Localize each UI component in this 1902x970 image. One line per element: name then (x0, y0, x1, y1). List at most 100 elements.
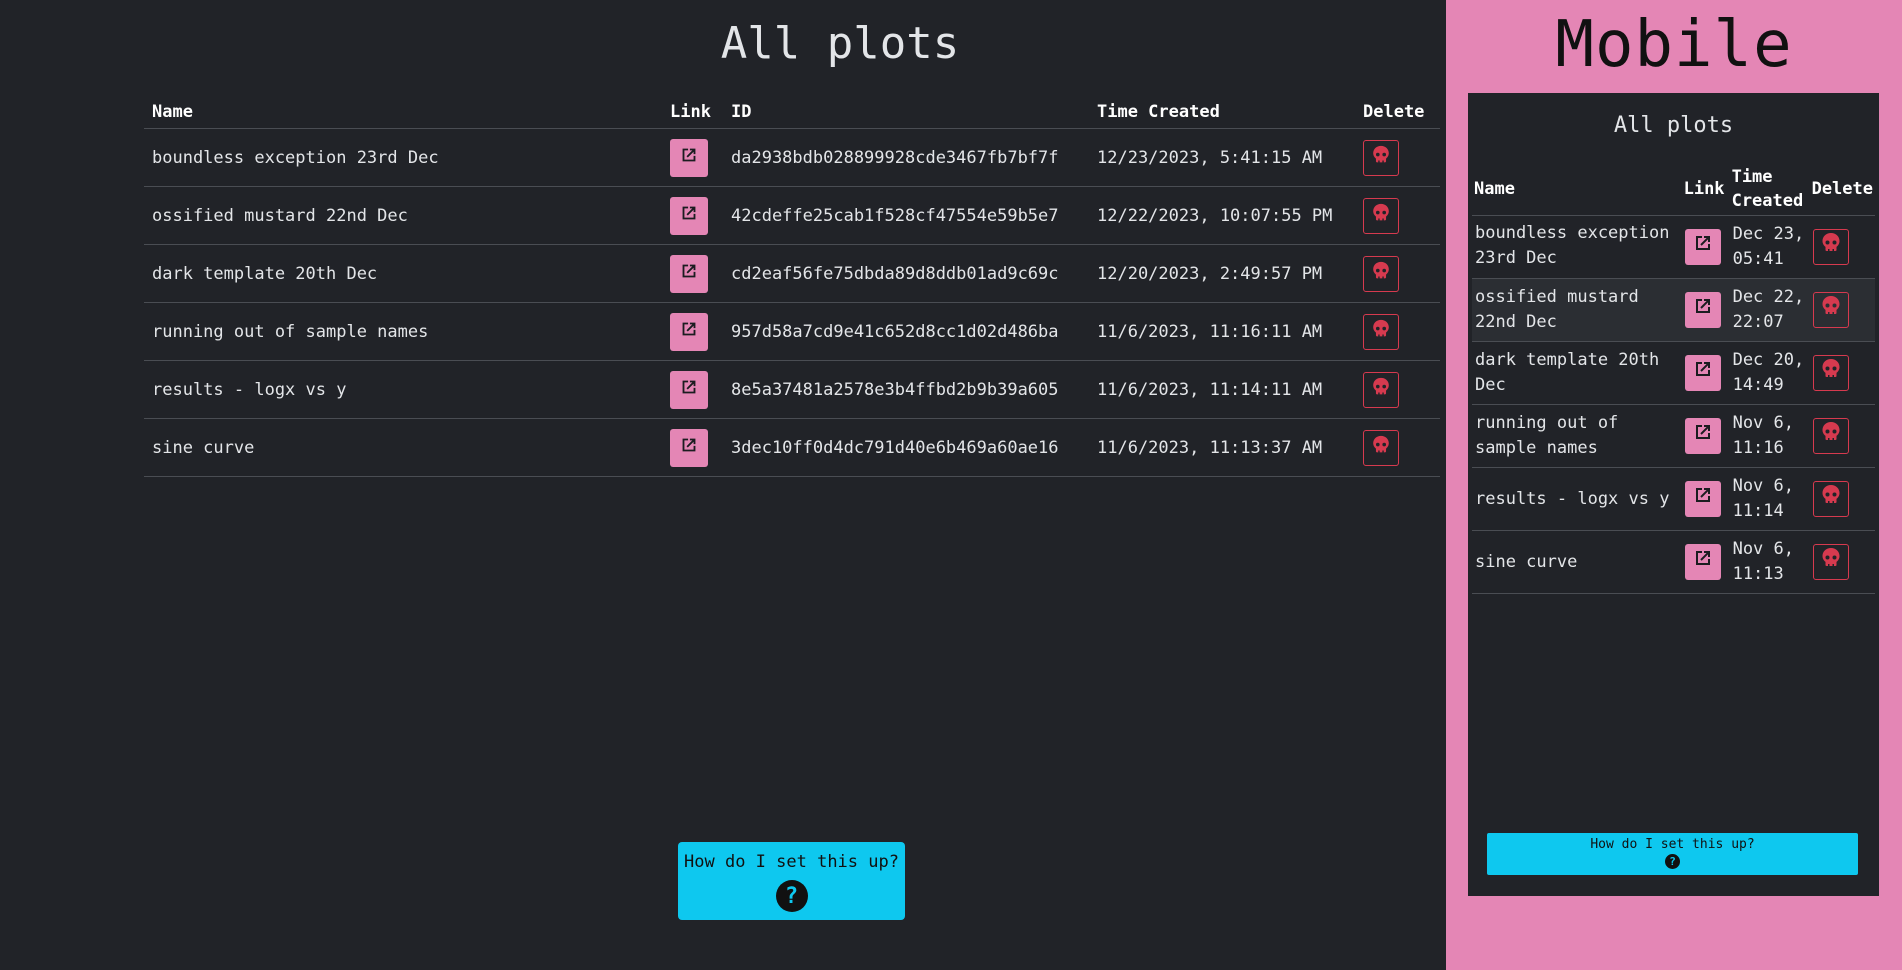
plot-name: boundless exception 23rd Dec (144, 128, 662, 187)
delete-button[interactable] (1363, 371, 1399, 408)
help-setup-button[interactable]: How do I set this up? ? (678, 842, 905, 920)
external-link-icon (678, 434, 700, 461)
mobile-header-link: Link (1681, 163, 1730, 216)
mobile-header-name: Name (1472, 163, 1682, 216)
mobile-delete-button[interactable] (1812, 229, 1849, 265)
open-link-button[interactable] (670, 428, 708, 467)
skull-icon (1370, 260, 1392, 287)
mobile-delete-button[interactable] (1812, 418, 1849, 454)
plot-time-created: 12/23/2023, 5:41:15 AM (1089, 128, 1355, 187)
mobile-plot-name-cell: results - logx vs y (1472, 467, 1682, 531)
table-row: results - logx vs y 8e5a37481a2578e3b4ffb… (144, 360, 1440, 419)
table-row: sine curve 3dec10ff0d4dc791d40e6b469a60ae… (144, 418, 1440, 477)
mobile-plot-time-created: Dec 23, 05:41 (1729, 215, 1810, 279)
mobile-open-link-button[interactable] (1684, 355, 1721, 391)
open-link-button[interactable] (670, 254, 708, 293)
skull-icon (1370, 318, 1392, 345)
external-link-icon (678, 376, 700, 403)
external-link-icon (1691, 231, 1715, 263)
delete-button[interactable] (1363, 313, 1399, 350)
plot-name: ossified mustard 22nd Dec (144, 186, 662, 245)
mobile-plot-name-cell: sine curve (1472, 530, 1682, 594)
delete-button[interactable] (1363, 139, 1399, 176)
mobile-open-link-button[interactable] (1684, 229, 1721, 265)
mobile-plot-name-cell: dark template 20th Dec (1472, 341, 1682, 405)
mobile-plot-name-cell: running out of sample names (1472, 404, 1682, 468)
mobile-plot-name: sine curve (1475, 551, 1578, 572)
plot-time-created: 11/6/2023, 11:16:11 AM (1089, 302, 1355, 361)
delete-cell (1355, 186, 1440, 245)
delete-button[interactable] (1363, 197, 1399, 234)
mobile-panel-title: Mobile (1555, 8, 1793, 82)
mobile-delete-button[interactable] (1812, 544, 1849, 580)
help-setup-label: How do I set this up? (684, 852, 899, 872)
mobile-preview-panel: Mobile All plots Name Link Time Created … (1446, 0, 1902, 970)
table-header-row: Name Link ID Time Created Delete (144, 96, 1440, 129)
link-cell (662, 418, 723, 477)
desktop-view: All plots Name Link ID Time Created Dele… (0, 0, 1446, 970)
link-cell (662, 244, 723, 303)
mobile-plot-time-created: Nov 6, 11:14 (1729, 467, 1810, 531)
plot-name: sine curve (144, 418, 662, 477)
mobile-header-time-created: Time Created (1729, 163, 1810, 216)
delete-cell (1355, 128, 1440, 187)
external-link-icon (1691, 546, 1715, 578)
plot-id: 957d58a7cd9e41c652d8cc1d02d486ba (723, 302, 1089, 361)
delete-cell (1355, 418, 1440, 477)
table-row: running out of sample names 957d58a7cd9e4… (144, 302, 1440, 361)
mobile-link-cell (1681, 404, 1730, 468)
delete-cell (1355, 360, 1440, 419)
mobile-delete-cell (1809, 215, 1875, 279)
open-link-button[interactable] (670, 312, 708, 351)
plot-time-created: 12/20/2023, 2:49:57 PM (1089, 244, 1355, 303)
mobile-table-header-row: Name Link Time Created Delete (1472, 163, 1875, 216)
mobile-plot-time-created: Nov 6, 11:13 (1729, 530, 1810, 594)
plot-name: results - logx vs y (144, 360, 662, 419)
open-link-button[interactable] (670, 196, 708, 235)
mobile-plot-time-created: Nov 6, 11:16 (1729, 404, 1810, 468)
mobile-open-link-button[interactable] (1684, 418, 1721, 454)
plot-id: 3dec10ff0d4dc791d40e6b469a60ae16 (723, 418, 1089, 477)
mobile-link-cell (1681, 467, 1730, 531)
mobile-delete-button[interactable] (1812, 355, 1849, 391)
mobile-table-row: boundless exception 23rd Dec Dec 23, 05:4… (1472, 215, 1875, 279)
mobile-help-setup-button[interactable]: How do I set this up? ? (1487, 833, 1858, 875)
plot-id: 8e5a37481a2578e3b4ffbd2b9b39a605 (723, 360, 1089, 419)
mobile-plot-name-cell: boundless exception 23rd Dec (1472, 215, 1682, 279)
question-circle-icon: ? (775, 880, 808, 912)
mobile-open-link-button[interactable] (1684, 292, 1721, 328)
skull-icon (1819, 420, 1843, 452)
mobile-open-link-button[interactable] (1684, 481, 1721, 517)
delete-cell (1355, 244, 1440, 303)
mobile-delete-button[interactable] (1812, 481, 1849, 517)
mobile-plot-time-created: Dec 20, 14:49 (1729, 341, 1810, 405)
page-title: All plots (720, 18, 960, 69)
external-link-icon (1691, 294, 1715, 326)
link-cell (662, 360, 723, 419)
mobile-plot-name: running out of sample names (1475, 413, 1619, 458)
mobile-delete-cell (1809, 278, 1875, 342)
mobile-page-title: All plots (1613, 113, 1734, 138)
skull-icon (1819, 546, 1843, 578)
header-id: ID (723, 96, 1089, 129)
plot-time-created: 11/6/2023, 11:13:37 AM (1089, 418, 1355, 477)
mobile-link-cell (1681, 215, 1730, 279)
external-link-icon (678, 318, 700, 345)
open-link-button[interactable] (670, 370, 708, 409)
external-link-icon (1691, 483, 1715, 515)
plot-name: dark template 20th Dec (144, 244, 662, 303)
delete-button[interactable] (1363, 255, 1399, 292)
mobile-table-row: sine curve Nov 6, 11:13 (1472, 530, 1875, 594)
link-cell (662, 302, 723, 361)
mobile-delete-button[interactable] (1812, 292, 1849, 328)
open-link-button[interactable] (670, 138, 708, 177)
plot-id: da2938bdb028899928cde3467fb7bf7f (723, 128, 1089, 187)
mobile-delete-cell (1809, 404, 1875, 468)
delete-button[interactable] (1363, 429, 1399, 466)
external-link-icon (1691, 420, 1715, 452)
mobile-plot-name: results - logx vs y (1475, 488, 1670, 509)
mobile-plot-name-cell: ossified mustard 22nd Dec (1472, 278, 1682, 342)
plot-id: cd2eaf56fe75dbda89d8ddb01ad9c69c (723, 244, 1089, 303)
mobile-open-link-button[interactable] (1684, 544, 1721, 580)
external-link-icon (678, 202, 700, 229)
